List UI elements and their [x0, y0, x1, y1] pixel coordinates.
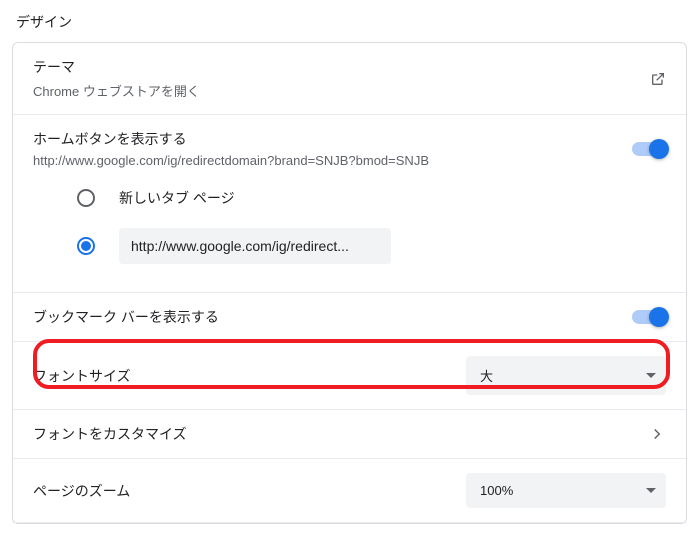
dropdown-caret-icon — [646, 488, 656, 493]
home-button-title: ホームボタンを表示する — [33, 129, 616, 149]
settings-card: テーマ Chrome ウェブストアを開く ホームボタンを表示する http://… — [12, 42, 687, 524]
home-button-row: ホームボタンを表示する http://www.google.com/ig/red… — [13, 115, 686, 174]
radio-circle-unchecked-icon — [77, 189, 95, 207]
radio-new-tab-label: 新しいタブ ページ — [119, 188, 235, 208]
theme-row[interactable]: テーマ Chrome ウェブストアを開く — [13, 43, 686, 115]
theme-title: テーマ — [33, 57, 650, 77]
external-link-icon — [650, 71, 666, 87]
font-size-value: 大 — [480, 366, 493, 385]
home-button-url: http://www.google.com/ig/redirectdomain?… — [33, 153, 616, 168]
theme-subtitle: Chrome ウェブストアを開く — [33, 81, 650, 100]
radio-custom-url[interactable]: http://www.google.com/ig/redirect... — [33, 218, 666, 274]
font-size-select[interactable]: 大 — [466, 356, 666, 395]
page-zoom-label: ページのズーム — [33, 481, 466, 501]
radio-new-tab[interactable]: 新しいタブ ページ — [33, 178, 666, 218]
radio-circle-checked-icon — [77, 237, 95, 255]
bookmark-bar-row: ブックマーク バーを表示する — [13, 293, 686, 342]
custom-url-input[interactable]: http://www.google.com/ig/redirect... — [119, 228, 391, 264]
page-title: デザイン — [0, 0, 699, 42]
font-size-label: フォントサイズ — [33, 366, 466, 386]
font-customize-row[interactable]: フォントをカスタマイズ — [13, 410, 686, 459]
page-zoom-select[interactable]: 100% — [466, 473, 666, 508]
home-button-toggle[interactable] — [632, 142, 666, 156]
chevron-right-icon — [648, 425, 666, 443]
home-button-radio-group: 新しいタブ ページ http://www.google.com/ig/redir… — [13, 174, 686, 293]
page-zoom-row: ページのズーム 100% — [13, 459, 686, 523]
bookmark-bar-title: ブックマーク バーを表示する — [33, 307, 616, 327]
font-customize-label: フォントをカスタマイズ — [33, 424, 648, 444]
page-zoom-value: 100% — [480, 483, 513, 498]
font-size-row: フォントサイズ 大 — [13, 342, 686, 410]
dropdown-caret-icon — [646, 373, 656, 378]
bookmark-bar-toggle[interactable] — [632, 310, 666, 324]
